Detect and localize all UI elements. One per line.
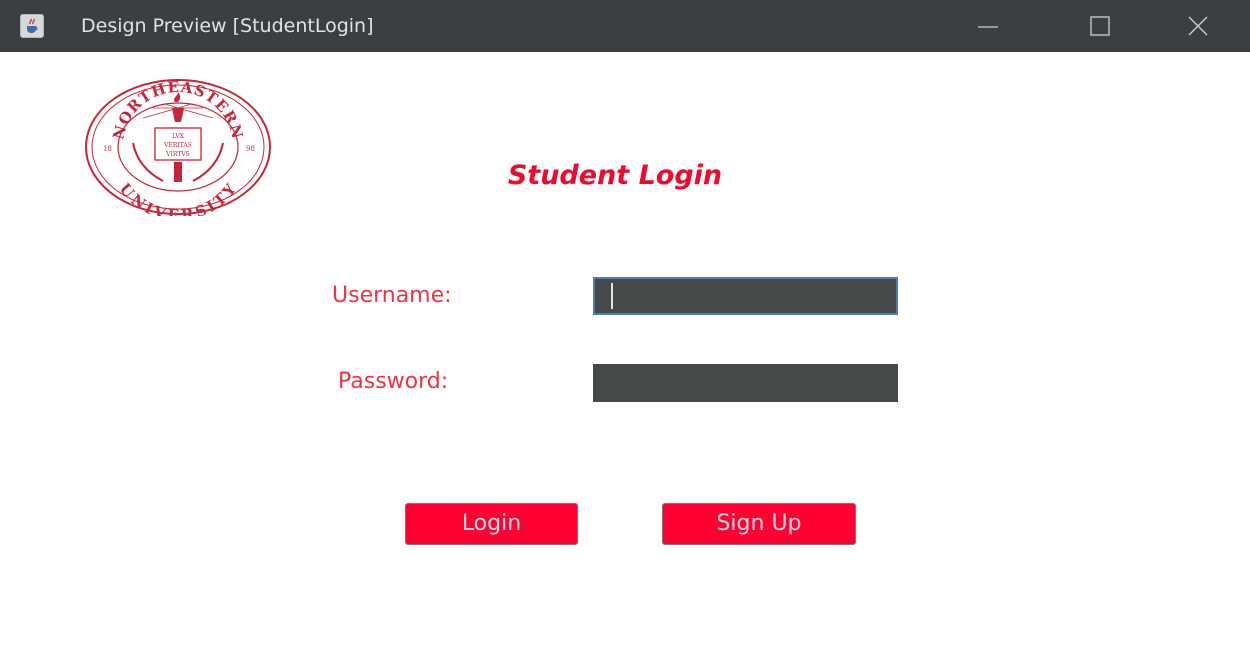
window-title: Design Preview [StudentLogin] — [81, 15, 374, 37]
close-button[interactable] — [1168, 0, 1228, 52]
seal-year-left: 18 — [103, 145, 112, 153]
university-seal: NORTHEASTERN UNIVERSITY 18 98 LVX VERITA… — [85, 78, 271, 216]
password-label: Password: — [338, 369, 449, 394]
maximize-icon — [1090, 16, 1110, 36]
username-label: Username: — [332, 283, 452, 308]
login-window: Design Preview [StudentLogin] NORTHEASTE… — [0, 0, 1250, 646]
password-input[interactable] — [593, 364, 898, 402]
seal-year-right: 98 — [246, 145, 255, 153]
username-input[interactable] — [593, 277, 898, 315]
login-button[interactable]: Login — [405, 503, 578, 545]
java-cup-icon — [20, 14, 44, 38]
minimize-icon — [978, 26, 998, 28]
minimize-button[interactable] — [958, 0, 1018, 52]
sign-up-button[interactable]: Sign Up — [662, 503, 856, 545]
seal-motto-2: VERITAS — [163, 142, 192, 149]
text-caret — [611, 283, 613, 309]
title-bar[interactable]: Design Preview [StudentLogin] — [0, 0, 1250, 52]
close-icon — [1188, 16, 1208, 36]
seal-motto-1: LVX — [172, 133, 185, 140]
maximize-button[interactable] — [1070, 0, 1130, 52]
page-title: Student Login — [507, 160, 723, 191]
seal-motto-3: VIRTVS — [165, 151, 190, 158]
